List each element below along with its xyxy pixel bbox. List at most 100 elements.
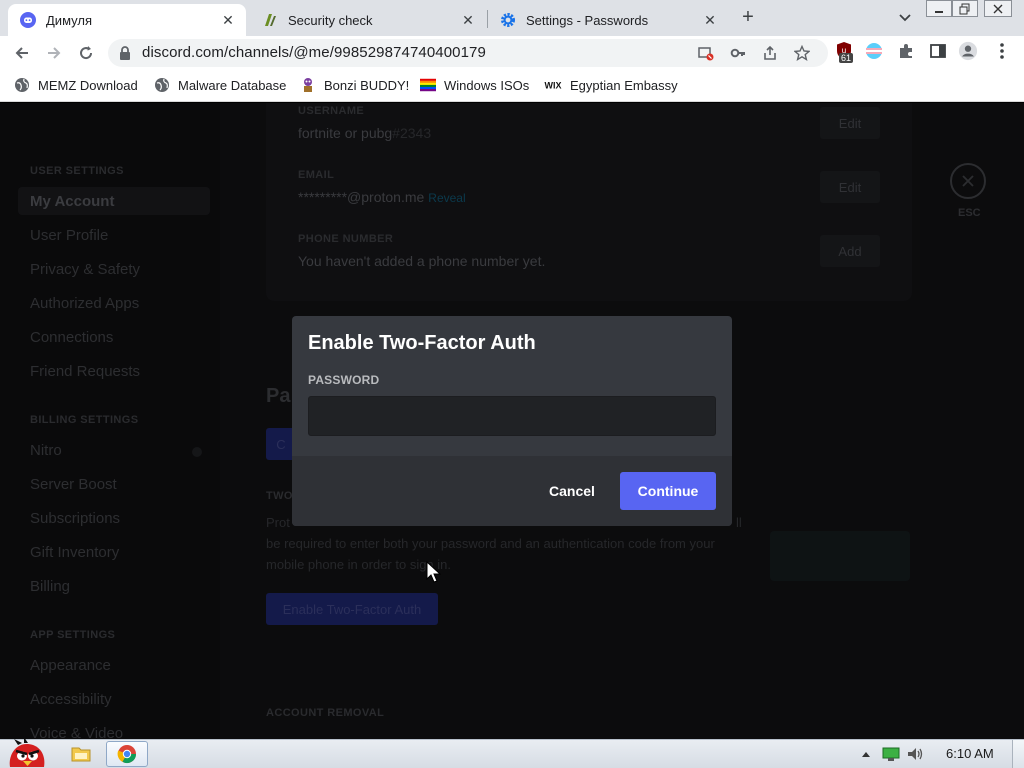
esc-label: ESC [958, 207, 981, 219]
taskbar-clock[interactable]: 6:10 AM [946, 746, 994, 761]
password-input[interactable] [308, 396, 716, 436]
close-settings-button[interactable] [950, 163, 986, 199]
chrome-taskbar-button[interactable] [106, 741, 148, 767]
reload-button[interactable] [74, 41, 98, 65]
bonzi-icon [300, 77, 316, 93]
taskbar: 6:10 AM [0, 739, 1024, 768]
trans-flag-extension-icon[interactable] [864, 41, 884, 61]
sidebar-item-friend-requests[interactable]: Friend Requests [30, 363, 140, 380]
sidebar-item-appearance[interactable]: Appearance [30, 657, 111, 674]
bookmark-label: MEMZ Download [38, 77, 138, 93]
bookmark-malware-database[interactable]: Malware Database [154, 77, 286, 93]
globe-icon [154, 77, 170, 93]
bookmark-label: Egyptian Embassy [570, 77, 678, 93]
rainbow-flag-icon [420, 77, 436, 93]
tab-dimulya[interactable]: Димуля ✕ [8, 4, 246, 36]
key-icon[interactable] [730, 45, 746, 61]
forward-button[interactable] [42, 41, 66, 65]
continue-button[interactable]: Continue [620, 472, 716, 510]
sidebar-item-connections[interactable]: Connections [30, 329, 113, 346]
sidebar-item-gift-inventory[interactable]: Gift Inventory [30, 544, 119, 561]
sidebar-item-nitro[interactable]: Nitro [30, 442, 62, 459]
app-settings-heading: APP SETTINGS [30, 629, 116, 641]
bookmark-egyptian-embassy[interactable]: WIX Egyptian Embassy [544, 77, 678, 93]
file-explorer-icon[interactable] [66, 741, 96, 767]
two-factor-desc-3: mobile phone in order to sign in. [266, 557, 452, 572]
edit-email-button[interactable]: Edit [820, 171, 880, 203]
sidebar-item-user-profile[interactable]: User Profile [30, 227, 108, 244]
sidebar-item-billing[interactable]: Billing [30, 578, 70, 595]
bookmark-windows-isos[interactable]: Windows ISOs [420, 77, 529, 93]
email-label: EMAIL [298, 169, 335, 181]
bookmark-label: Bonzi BUDDY! [324, 77, 410, 93]
address-bar[interactable]: discord.com/channels/@me/998529874740400… [108, 39, 828, 67]
settings-gear-icon [500, 12, 516, 28]
tab-label: Security check [288, 12, 373, 28]
discord-icon [20, 12, 36, 28]
show-desktop-button[interactable] [1012, 740, 1024, 768]
bookmark-label: Malware Database [178, 77, 287, 93]
restore-button[interactable] [952, 0, 978, 17]
svg-text:WIX: WIX [545, 81, 562, 91]
extension-badge: 61 [839, 53, 854, 63]
bookmark-star-icon[interactable] [793, 44, 811, 61]
sidebar-item-my-account[interactable]: My Account [30, 193, 114, 210]
close-tab-icon[interactable]: ✕ [702, 12, 718, 28]
sidebar-item-subscriptions[interactable]: Subscriptions [30, 510, 120, 527]
enable-two-factor-button[interactable]: Enable Two-Factor Auth [266, 593, 438, 625]
username-label: USERNAME [298, 105, 365, 117]
chrome-icon [117, 745, 136, 764]
bookmark-label: Windows ISOs [444, 77, 530, 93]
network-icon[interactable] [880, 741, 902, 767]
blocked-popup-icon[interactable] [698, 45, 714, 61]
sidebar-item-accessibility[interactable]: Accessibility [30, 691, 112, 708]
email-reveal-link[interactable]: Reveal [428, 191, 465, 205]
account-info-card: USERNAME fortnite or pubg#2343 Edit EMAI… [266, 103, 912, 301]
bookmarks-bar: MEMZ Download Malware Database Bonzi BUD… [0, 70, 1024, 102]
edit-username-button[interactable]: Edit [820, 107, 880, 139]
tab-label: Димуля [46, 12, 92, 28]
wix-icon: WIX [544, 77, 562, 93]
password-section-title: Pa [266, 385, 291, 407]
cancel-button[interactable]: Cancel [540, 472, 604, 510]
sidebar-item-voice-video[interactable]: Voice & Video [30, 725, 123, 739]
tab-settings-passwords[interactable]: Settings - Passwords ✕ [488, 4, 728, 36]
sidebar-item-server-boost[interactable]: Server Boost [30, 476, 117, 493]
ublock-extension-icon[interactable]: u 61 [834, 41, 854, 63]
nitro-badge-icon [192, 447, 202, 457]
profile-avatar-icon[interactable] [958, 41, 978, 61]
two-factor-desc-2: be required to enter both your password … [266, 536, 715, 551]
lock-icon[interactable] [119, 45, 131, 66]
username-value: fortnite or pubg#2343 [298, 125, 432, 141]
puzzle-extensions-icon[interactable] [896, 41, 916, 61]
phone-value: You haven't added a phone number yet. [298, 253, 546, 269]
side-panel-icon[interactable] [928, 41, 948, 61]
close-tab-icon[interactable]: ✕ [460, 12, 476, 28]
close-tab-icon[interactable]: ✕ [220, 12, 236, 28]
show-hidden-icons-icon[interactable] [858, 741, 874, 767]
phone-label: PHONE NUMBER [298, 233, 394, 245]
browser-toolbar: discord.com/channels/@me/998529874740400… [0, 36, 1024, 70]
minimize-button[interactable] [926, 0, 952, 17]
sidebar-item-authorized-apps[interactable]: Authorized Apps [30, 295, 139, 312]
tab-security-check[interactable]: Security check ✕ [250, 4, 486, 36]
bookmark-memz-download[interactable]: MEMZ Download [14, 77, 138, 93]
settings-sidebar: USER SETTINGS My Account User Profile Pr… [0, 103, 220, 739]
add-phone-button[interactable]: Add [820, 235, 880, 267]
tab-strip: Димуля ✕ Security check ✕ Settings - Pas… [0, 0, 1024, 36]
start-button[interactable] [2, 739, 52, 767]
volume-icon[interactable] [904, 741, 926, 767]
back-button[interactable] [10, 41, 34, 65]
kebab-menu-icon[interactable] [992, 41, 1012, 61]
new-tab-button[interactable]: + [738, 7, 758, 27]
modal-title: Enable Two-Factor Auth [308, 332, 536, 354]
billing-settings-heading: BILLING SETTINGS [30, 414, 139, 426]
tab-search-chevron-icon[interactable] [896, 8, 914, 26]
screen: Димуля ✕ Security check ✕ Settings - Pas… [0, 0, 1024, 768]
share-icon[interactable] [762, 45, 778, 61]
window-close-button[interactable] [984, 0, 1012, 17]
user-settings-heading: USER SETTINGS [30, 165, 124, 177]
bookmark-bonzi-buddy[interactable]: Bonzi BUDDY! [300, 77, 409, 93]
sidebar-item-privacy-safety[interactable]: Privacy & Safety [30, 261, 140, 278]
email-value: *********@proton.me Reveal [298, 189, 466, 205]
